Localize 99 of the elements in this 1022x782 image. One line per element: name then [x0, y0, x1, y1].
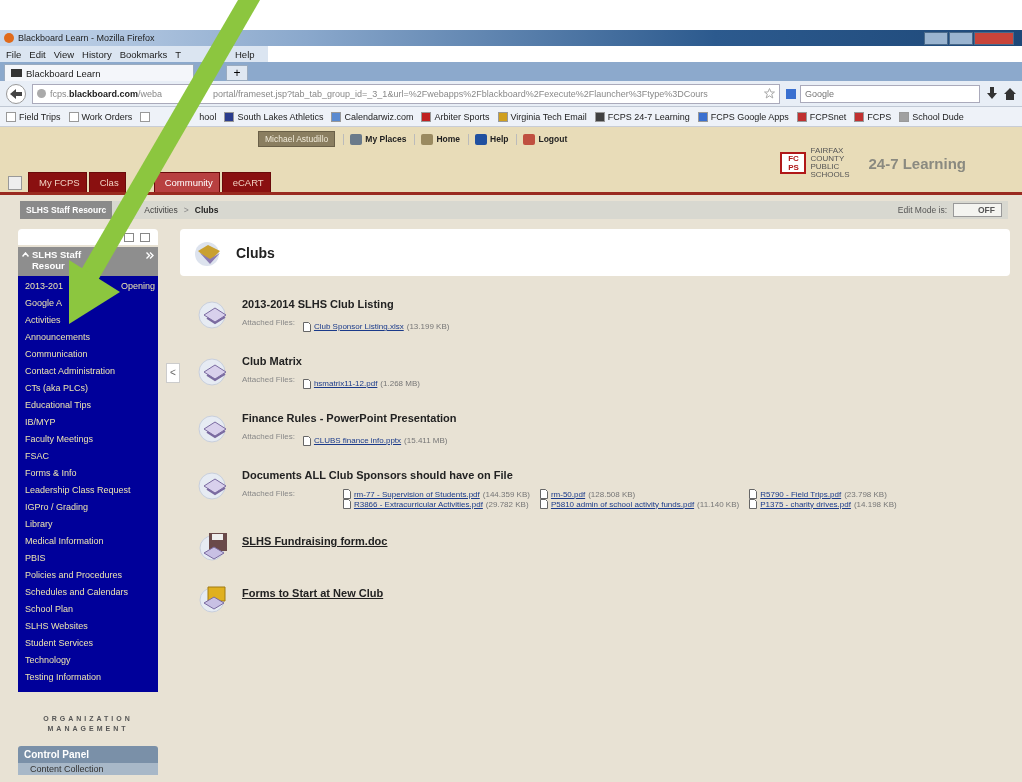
header-link[interactable]: Logout — [516, 133, 568, 145]
course-menu-item[interactable]: Policies and Procedures — [18, 567, 158, 584]
breadcrumb-separator: > — [183, 205, 189, 215]
bookmark[interactable]: FCPS Google Apps — [710, 111, 789, 122]
course-menu-item[interactable]: School Plan — [18, 601, 158, 618]
file-size: (23.798 KB) — [844, 489, 887, 499]
file-link[interactable]: rm-50.pdf — [550, 489, 586, 499]
user-name[interactable]: Michael Astudillo — [258, 131, 336, 147]
bookmark[interactable]: School Dude — [912, 111, 964, 122]
address-bar[interactable]: fcps.blackboard.com/weba portal/frameset.jsp?tab_tab_group_id=_3_1&url=%2Fwebapps%2Fblackboard%2Fexecute%2Flauncher%3Ftype%3DCours — [32, 83, 780, 104]
file-link[interactable]: Club Sponsor Listing.xlsx — [313, 322, 404, 331]
bookmark[interactable]: FCPSnet — [809, 111, 847, 122]
bookmark[interactable]: Calendarwiz.com — [344, 111, 414, 122]
nav-tab[interactable]: Community — [153, 172, 220, 192]
course-menu-item[interactable]: Contact Administration — [18, 363, 158, 380]
file-link[interactable]: hsmatrix11-12.pdf — [313, 379, 378, 388]
site-name: 24-7 Learning — [868, 154, 966, 172]
course-menu-item[interactable]: Technology — [18, 652, 158, 669]
bookmark[interactable]: hool — [199, 111, 217, 122]
breadcrumb-link[interactable]: Activities — [144, 205, 178, 215]
content-item-title: 2013-2014 SLHS Club Listing — [242, 298, 395, 310]
attached-files-label: Attached Files: — [242, 432, 295, 443]
page-title: Clubs — [236, 244, 275, 261]
course-menu-item[interactable]: Communication — [18, 346, 158, 363]
course-menu-item[interactable]: Educational Tips — [18, 397, 158, 414]
logo-caption: FAIRFAX COUNTY PUBLIC SCHOOLS — [810, 147, 851, 179]
course-menu-title: SLHS Staff Resour — [32, 249, 83, 271]
course-menu-item[interactable]: PBIS — [18, 550, 158, 567]
course-menu-item[interactable]: Testing Information — [18, 669, 158, 686]
course-menu-item[interactable]: IGPro / Grading — [18, 499, 158, 516]
attached-files-label: Attached Files: — [242, 375, 295, 386]
file-size: (13.199 KB) — [406, 322, 450, 331]
file-size: (144.359 KB) — [482, 489, 530, 499]
course-menu-item[interactable]: FSAC — [18, 448, 158, 465]
menu-item[interactable]: Edit — [29, 48, 46, 60]
bookmark[interactable]: South Lakes Athletics — [237, 111, 324, 122]
bookmark[interactable]: Arbiter Sports — [434, 111, 490, 122]
header-link[interactable]: Help — [468, 133, 509, 145]
file-size: (15.411 MB) — [404, 436, 448, 445]
file-link[interactable]: R3866 - Extracurricular Activities.pdf — [353, 499, 483, 509]
file-link[interactable]: P1375 - charity drives.pdf — [760, 499, 851, 509]
menu-item[interactable]: Help — [235, 48, 255, 60]
file-link[interactable]: P5810 admin of school activity funds.pdf — [550, 499, 695, 509]
nav-tab[interactable]: eCART — [221, 172, 271, 192]
course-menu-item[interactable]: CTs (aka PLCs) — [18, 380, 158, 397]
nav-tab[interactable]: Clas — [88, 172, 126, 192]
course-menu-item[interactable]: Medical Information — [18, 533, 158, 550]
collapse-menu-tab[interactable]: < — [166, 363, 180, 383]
content-item-title: Club Matrix — [242, 355, 303, 367]
file-link[interactable]: rm-77 - Supervision of Students.pdf — [353, 489, 480, 499]
edit-mode-label: Edit Mode is: — [897, 205, 947, 215]
course-menu-item[interactable]: Library — [18, 516, 158, 533]
header-link[interactable]: My Places — [343, 133, 407, 145]
course-menu-item[interactable]: Leadership Class Request — [18, 482, 158, 499]
bookmark[interactable]: FCPS — [867, 111, 892, 122]
file-size: (1.268 MB) — [380, 379, 420, 388]
nav-tab[interactable]: My FCPS — [28, 172, 87, 192]
course-menu-item[interactable]: Schedules and Calendars — [18, 584, 158, 601]
course-menu-item[interactable]: Announcements — [18, 329, 158, 346]
search-field[interactable]: Google — [800, 84, 980, 103]
menu-item[interactable]: Bookmarks — [119, 48, 168, 60]
bookmark[interactable]: Work Orders — [81, 111, 133, 122]
course-menu-item[interactable]: Faculty Meetings — [18, 431, 158, 448]
content-item-title: Finance Rules - PowerPoint Presentation — [242, 412, 457, 424]
menu-item[interactable]: T — [175, 48, 181, 60]
course-menu-item[interactable]: SLHS Websites — [18, 618, 158, 635]
content-item-title[interactable]: Forms to Start at New Club — [242, 587, 384, 599]
control-panel-item[interactable]: Content Collection — [18, 763, 158, 775]
attached-files-label: Attached Files: — [242, 489, 295, 500]
bookmark[interactable]: FCPS 24-7 Learning — [607, 111, 690, 122]
window-title: Blackboard Learn - Mozilla Firefox — [18, 33, 155, 43]
menu-item[interactable]: File — [6, 48, 22, 60]
school-logo: FC PS — [780, 152, 807, 174]
course-menu-item[interactable]: Google A — [18, 295, 158, 312]
bookmark[interactable]: Field Trips — [19, 111, 61, 122]
menu-item[interactable]: History — [82, 48, 112, 60]
url-text: portal/frameset.jsp?tab_tab_group_id=_3_1&url=%2Fwebapps%2Fblackboard%2Fexecute%2Flauncher%3Ftype%3DCours — [213, 88, 708, 99]
breadcrumb-link[interactable]: Clubs — [194, 205, 219, 215]
url-start: fcps.blackboard.com/weba — [50, 88, 164, 99]
course-menu-item[interactable]: IB/MYP — [18, 414, 158, 431]
new-tab-button[interactable]: + — [226, 65, 248, 81]
menu-item[interactable]: View — [53, 48, 75, 60]
content-item-title[interactable]: SLHS Fundraising form.doc — [242, 535, 388, 547]
course-menu-item[interactable]: Forms & Info — [18, 465, 158, 482]
file-link[interactable]: R5790 - Field Trips.pdf — [760, 489, 842, 499]
course-menu-item[interactable]: Activities — [18, 312, 158, 329]
attached-files-label: Attached Files: — [242, 318, 295, 329]
browser-tab[interactable]: Blackboard Learn — [4, 64, 194, 81]
edit-mode-toggle[interactable]: OFF — [953, 203, 1002, 217]
file-size: (14.198 KB) — [853, 499, 897, 509]
bookmark[interactable]: Virginia Tech Email — [510, 111, 587, 122]
content-item-title: Documents ALL Club Sponsors should have on File — [242, 469, 514, 481]
header-link[interactable]: Home — [414, 133, 461, 145]
file-link[interactable]: CLUBS finance info.pptx — [313, 436, 402, 445]
file-size: (11.140 KB) — [697, 499, 740, 509]
course-menu-item[interactable]: Student Services — [18, 635, 158, 652]
file-size: (29.782 KB) — [485, 499, 529, 509]
course-menu-item[interactable]: 2013-201 Opening — [18, 278, 158, 295]
file-size: (128.508 KB) — [588, 489, 636, 499]
